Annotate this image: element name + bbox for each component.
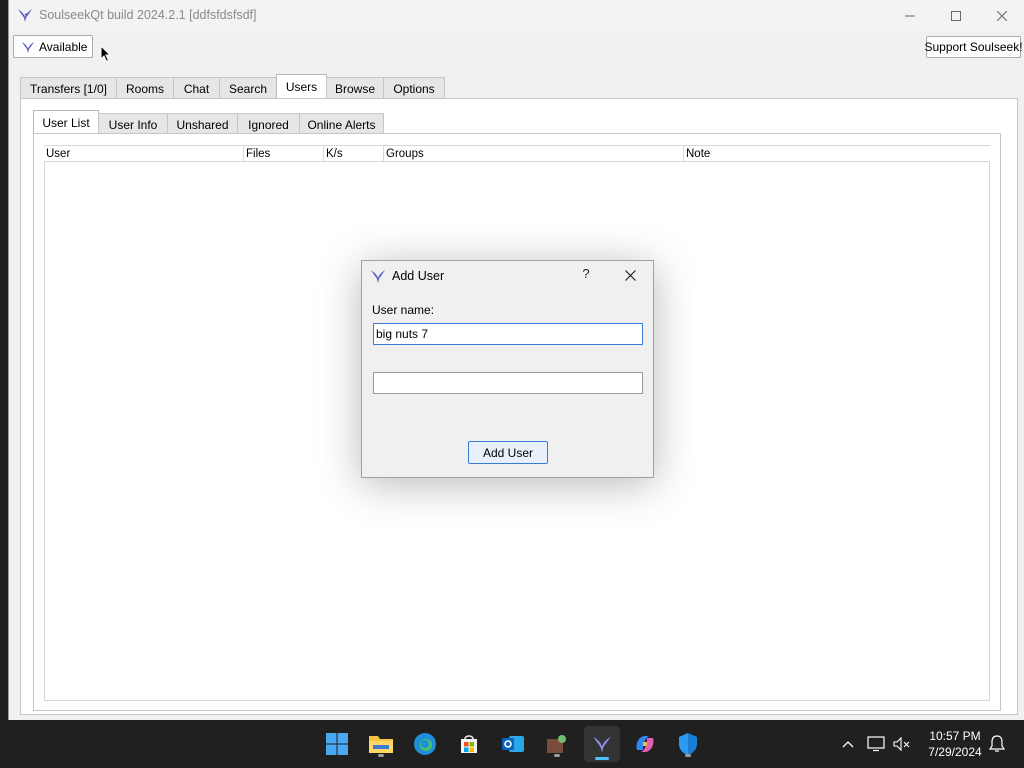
add-user-dialog: Add User ? User name: Add User: [361, 260, 654, 478]
outlook-icon[interactable]: [497, 728, 529, 760]
support-soulseek-button[interactable]: Support Soulseek!: [924, 36, 1023, 58]
tab-chat[interactable]: Chat: [173, 77, 220, 99]
clock-date: 7/29/2024: [928, 745, 982, 759]
title-bar[interactable]: SoulseekQt build 2024.2.1 [ddfsfdsfsdf]: [9, 0, 1024, 31]
notification-bell-icon[interactable]: [981, 728, 1013, 760]
user-table-header: User Files K/s Groups Note: [44, 145, 990, 162]
tab-transfers[interactable]: Transfers [1/0]: [20, 77, 117, 99]
soulseek-bird-icon: [21, 41, 35, 53]
windows-start-icon[interactable]: [321, 728, 353, 760]
maximize-button[interactable]: [933, 0, 979, 31]
user-name-label: User name:: [372, 303, 435, 317]
tab-user-info[interactable]: User Info: [98, 113, 168, 135]
add-user-button[interactable]: Add User: [468, 441, 548, 464]
mouse-cursor-icon: [100, 45, 112, 63]
app-icon[interactable]: [541, 728, 573, 760]
status-button[interactable]: Available: [13, 35, 93, 58]
user-name-input[interactable]: [373, 323, 643, 345]
close-icon: [997, 10, 1007, 21]
tab-options[interactable]: Options: [383, 77, 445, 99]
maximize-icon: [951, 10, 961, 21]
users-sub-tab-bar: User List User Info Unshared Ignored Onl…: [33, 110, 384, 135]
window-title: SoulseekQt build 2024.2.1 [ddfsfdsfsdf]: [39, 8, 257, 22]
tab-online-alerts[interactable]: Online Alerts: [299, 113, 384, 135]
dialog-title: Add User: [392, 269, 445, 283]
column-header-groups[interactable]: Groups: [384, 146, 684, 161]
tab-search[interactable]: Search: [219, 77, 277, 99]
copilot-icon[interactable]: [629, 728, 661, 760]
close-dialog-button[interactable]: [620, 265, 640, 285]
main-tab-bar: Transfers [1/0] Rooms Chat Search Users …: [20, 74, 445, 99]
column-header-note[interactable]: Note: [684, 146, 990, 161]
tab-rooms[interactable]: Rooms: [116, 77, 174, 99]
soulseek-bird-icon: [371, 270, 385, 283]
status-label: Available: [39, 39, 88, 54]
system-clock[interactable]: 10:57 PM 7/29/2024: [920, 728, 990, 760]
tab-users[interactable]: Users: [276, 74, 327, 99]
tab-browse[interactable]: Browse: [326, 77, 384, 99]
minimize-button[interactable]: [887, 0, 933, 31]
volume-muted-icon[interactable]: [886, 728, 918, 760]
column-header-speed[interactable]: K/s: [324, 146, 384, 161]
close-window-button[interactable]: [979, 0, 1024, 31]
tab-user-list[interactable]: User List: [33, 110, 99, 135]
secondary-input[interactable]: [373, 372, 643, 394]
column-header-user[interactable]: User: [44, 146, 244, 161]
edge-browser-icon[interactable]: [409, 728, 441, 760]
help-button[interactable]: ?: [577, 266, 595, 284]
defender-icon[interactable]: [672, 728, 704, 760]
clock-time: 10:57 PM: [929, 729, 981, 743]
column-header-files[interactable]: Files: [244, 146, 324, 161]
microsoft-store-icon[interactable]: [453, 728, 485, 760]
close-icon: [624, 269, 636, 281]
soulseek-icon[interactable]: [584, 726, 620, 762]
minimize-icon: [905, 15, 915, 16]
taskbar: 10:57 PM 7/29/2024: [0, 720, 1024, 768]
soulseek-bird-icon: [18, 9, 32, 22]
tab-unshared[interactable]: Unshared: [167, 113, 238, 135]
tab-ignored[interactable]: Ignored: [237, 113, 300, 135]
file-explorer-icon[interactable]: [365, 728, 397, 760]
